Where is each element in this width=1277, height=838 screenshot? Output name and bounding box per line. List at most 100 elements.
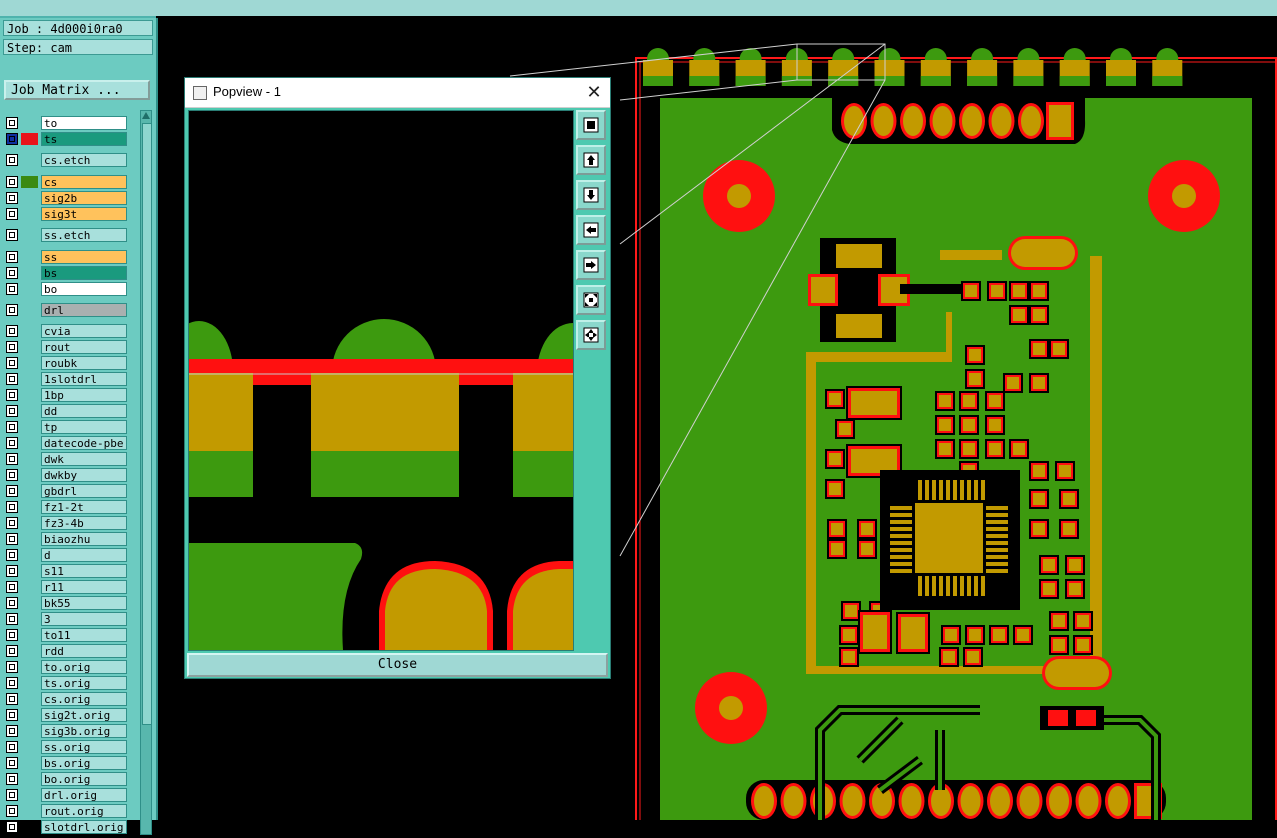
layer-checkbox[interactable] <box>6 629 18 641</box>
layer-checkbox[interactable] <box>6 176 18 188</box>
layer-checkbox[interactable] <box>6 251 18 263</box>
layer-name[interactable]: ss.etch <box>41 228 127 242</box>
layer-name[interactable]: drl <box>41 303 127 317</box>
layer-row[interactable]: sig3b.orig <box>4 724 127 738</box>
layer-name[interactable]: gbdrl <box>41 484 127 498</box>
layer-row[interactable]: bs.orig <box>4 756 127 770</box>
layer-name[interactable]: ts <box>41 132 127 146</box>
layer-name[interactable]: 3 <box>41 612 127 626</box>
layer-checkbox[interactable] <box>6 304 18 316</box>
layer-checkbox[interactable] <box>6 709 18 721</box>
layer-row[interactable]: dwk <box>4 452 127 466</box>
layer-checkbox[interactable] <box>6 208 18 220</box>
layer-name[interactable]: to.orig <box>41 660 127 674</box>
layer-checkbox[interactable] <box>6 117 18 129</box>
layer-checkbox[interactable] <box>6 661 18 673</box>
layer-name[interactable]: dd <box>41 404 127 418</box>
layer-row[interactable]: sig3t <box>4 207 127 221</box>
layer-name[interactable]: roubk <box>41 356 127 370</box>
layer-row[interactable]: fz1-2t <box>4 500 127 514</box>
layer-color-swatch[interactable] <box>21 133 38 145</box>
layer-row[interactable]: 3 <box>4 612 127 626</box>
layer-name[interactable]: s11 <box>41 564 127 578</box>
layer-checkbox[interactable] <box>6 421 18 433</box>
layer-checkbox[interactable] <box>6 389 18 401</box>
zoom-out-icon[interactable] <box>576 320 606 350</box>
layer-checkbox[interactable] <box>6 597 18 609</box>
scroll-up-icon[interactable] <box>142 112 150 119</box>
layer-name[interactable]: ss <box>41 250 127 264</box>
layer-row[interactable]: gbdrl <box>4 484 127 498</box>
layer-checkbox[interactable] <box>6 741 18 753</box>
layer-row[interactable]: s11 <box>4 564 127 578</box>
layer-name[interactable]: sig2b <box>41 191 127 205</box>
layer-row[interactable]: cs.etch <box>4 153 127 167</box>
layer-checkbox[interactable] <box>6 581 18 593</box>
layer-name[interactable]: sig3b.orig <box>41 724 127 738</box>
layer-name[interactable]: cs.etch <box>41 153 127 167</box>
job-matrix-button[interactable]: Job Matrix ... <box>4 80 150 100</box>
layer-row[interactable]: rdd <box>4 644 127 658</box>
layer-checkbox[interactable] <box>6 453 18 465</box>
layer-row[interactable]: sig2t.orig <box>4 708 127 722</box>
layer-row[interactable]: cs <box>4 175 127 189</box>
layer-checkbox[interactable] <box>6 437 18 449</box>
layer-name[interactable]: sig2t.orig <box>41 708 127 722</box>
layer-row[interactable]: bo <box>4 282 127 296</box>
layer-checkbox[interactable] <box>6 677 18 689</box>
layer-row[interactable]: d <box>4 548 127 562</box>
layer-row[interactable]: datecode-pbe <box>4 436 127 450</box>
layer-name[interactable]: bo <box>41 282 127 296</box>
zoom-in-icon[interactable] <box>576 285 606 315</box>
layer-checkbox[interactable] <box>6 565 18 577</box>
layer-name[interactable]: cs.orig <box>41 692 127 706</box>
layer-name[interactable]: ss.orig <box>41 740 127 754</box>
layer-name[interactable]: fz3-4b <box>41 516 127 530</box>
layer-row[interactable]: cvia <box>4 324 127 338</box>
layer-row[interactable]: ss.etch <box>4 228 127 242</box>
layer-row[interactable]: roubk <box>4 356 127 370</box>
layer-name[interactable]: cvia <box>41 324 127 338</box>
layer-name[interactable]: to11 <box>41 628 127 642</box>
layer-row[interactable]: ts <box>4 132 127 146</box>
layer-checkbox[interactable] <box>6 821 18 833</box>
layer-name[interactable]: tp <box>41 420 127 434</box>
layer-row[interactable]: bo.orig <box>4 772 127 786</box>
popview-canvas[interactable] <box>188 110 574 651</box>
layer-checkbox[interactable] <box>6 405 18 417</box>
layer-row[interactable]: 1slotdrl <box>4 372 127 386</box>
layer-checkbox[interactable] <box>6 725 18 737</box>
layer-checkbox[interactable] <box>6 533 18 545</box>
layer-name[interactable]: datecode-pbe <box>41 436 127 450</box>
layer-name[interactable]: bs <box>41 266 127 280</box>
pan-right-icon[interactable] <box>576 250 606 280</box>
layer-row[interactable]: slotdrl.orig <box>4 820 127 834</box>
layer-row[interactable]: bk55 <box>4 596 127 610</box>
pan-left-icon[interactable] <box>576 215 606 245</box>
layer-color-swatch[interactable] <box>21 176 38 188</box>
layer-name[interactable]: to <box>41 116 127 130</box>
layer-name[interactable]: fz1-2t <box>41 500 127 514</box>
layer-checkbox[interactable] <box>6 341 18 353</box>
layer-name[interactable]: bo.orig <box>41 772 127 786</box>
layer-name[interactable]: bk55 <box>41 596 127 610</box>
layer-name[interactable]: ts.orig <box>41 676 127 690</box>
layer-name[interactable]: sig3t <box>41 207 127 221</box>
layer-checkbox[interactable] <box>6 357 18 369</box>
layer-name[interactable]: d <box>41 548 127 562</box>
layer-name[interactable]: 1slotdrl <box>41 372 127 386</box>
layer-checkbox[interactable] <box>6 645 18 657</box>
layer-checkbox[interactable] <box>6 373 18 385</box>
layer-row[interactable]: dwkby <box>4 468 127 482</box>
layer-checkbox[interactable] <box>6 805 18 817</box>
layer-row[interactable]: r11 <box>4 580 127 594</box>
layer-row[interactable]: sig2b <box>4 191 127 205</box>
layer-checkbox[interactable] <box>6 283 18 295</box>
layer-checkbox[interactable] <box>6 501 18 513</box>
layer-name[interactable]: rout <box>41 340 127 354</box>
layer-name[interactable]: cs <box>41 175 127 189</box>
layer-row[interactable]: to <box>4 116 127 130</box>
layer-row[interactable]: drl.orig <box>4 788 127 802</box>
close-button[interactable]: Close <box>187 653 608 677</box>
layer-row[interactable]: to.orig <box>4 660 127 674</box>
